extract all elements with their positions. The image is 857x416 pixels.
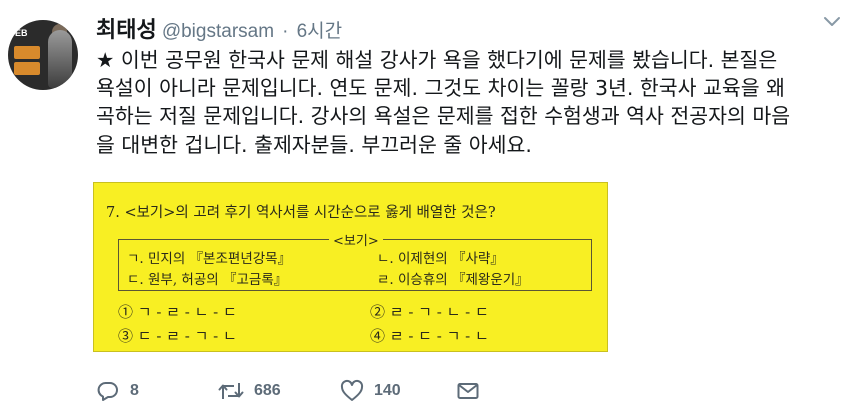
direct-message-button[interactable] (456, 374, 480, 408)
avatar-logo-text: EB (15, 28, 28, 38)
timestamp[interactable]: 6시간 (297, 21, 343, 42)
answer-option: ① ㄱ - ㄹ - ㄴ - ㄷ (118, 303, 237, 321)
exam-question: 7. <보기>의 고려 후기 역사서를 시간순으로 옳게 배열한 것은? (106, 205, 496, 221)
retweet-button[interactable]: 686 (218, 374, 281, 408)
chevron-down-icon[interactable] (822, 14, 842, 30)
avatar-stripe (14, 46, 40, 59)
like-count: 140 (374, 382, 401, 399)
answer-option: ③ ㄷ - ㄹ - ㄱ - ㄴ (118, 327, 237, 345)
heart-icon (340, 379, 364, 401)
user-handle[interactable]: @bigstarsam (162, 21, 274, 42)
tweet-header: 최태성 @bigstarsam · 6시간 (96, 12, 342, 44)
retweet-count: 686 (254, 382, 281, 399)
answer-option: ④ ㄹ - ㄷ - ㄱ - ㄴ (370, 327, 489, 345)
answer-option: ② ㄹ - ㄱ - ㄴ - ㄷ (370, 303, 489, 321)
separator-dot: · (282, 21, 289, 42)
retweet-icon (218, 383, 244, 399)
bogi-item: ㄷ. 원부, 허공의 『고금록』 (127, 272, 288, 288)
avatar-person (48, 30, 72, 88)
avatar-stripe (14, 62, 40, 75)
reply-count: 8 (130, 382, 139, 399)
like-button[interactable]: 140 (340, 374, 401, 408)
tweet-actions: 8 686 140 (96, 374, 516, 408)
bogi-title: <보기> (329, 230, 383, 249)
display-name[interactable]: 최태성 (96, 18, 157, 43)
reply-button[interactable]: 8 (96, 374, 139, 408)
bogi-box: <보기> ㄱ. 민지의 『본조편년강목』 ㄴ. 이제현의 『사략』 ㄷ. 원부,… (118, 230, 592, 291)
bogi-item: ㄱ. 민지의 『본조편년강목』 (127, 251, 292, 267)
exam-question-image[interactable]: 7. <보기>의 고려 후기 역사서를 시간순으로 옳게 배열한 것은? <보기… (93, 182, 608, 352)
bogi-item: ㄹ. 이승휴의 『제왕운기』 (377, 272, 529, 288)
reply-icon (97, 382, 118, 401)
envelope-icon (457, 383, 479, 399)
chevron-down-icon-graphic (824, 17, 840, 26)
tweet-text: ★ 이번 공무원 한국사 문제 해설 강사가 욕을 했다기에 문제를 봤습니다.… (96, 48, 791, 157)
avatar[interactable]: EB (8, 20, 78, 90)
bogi-item: ㄴ. 이제현의 『사략』 (377, 251, 504, 267)
